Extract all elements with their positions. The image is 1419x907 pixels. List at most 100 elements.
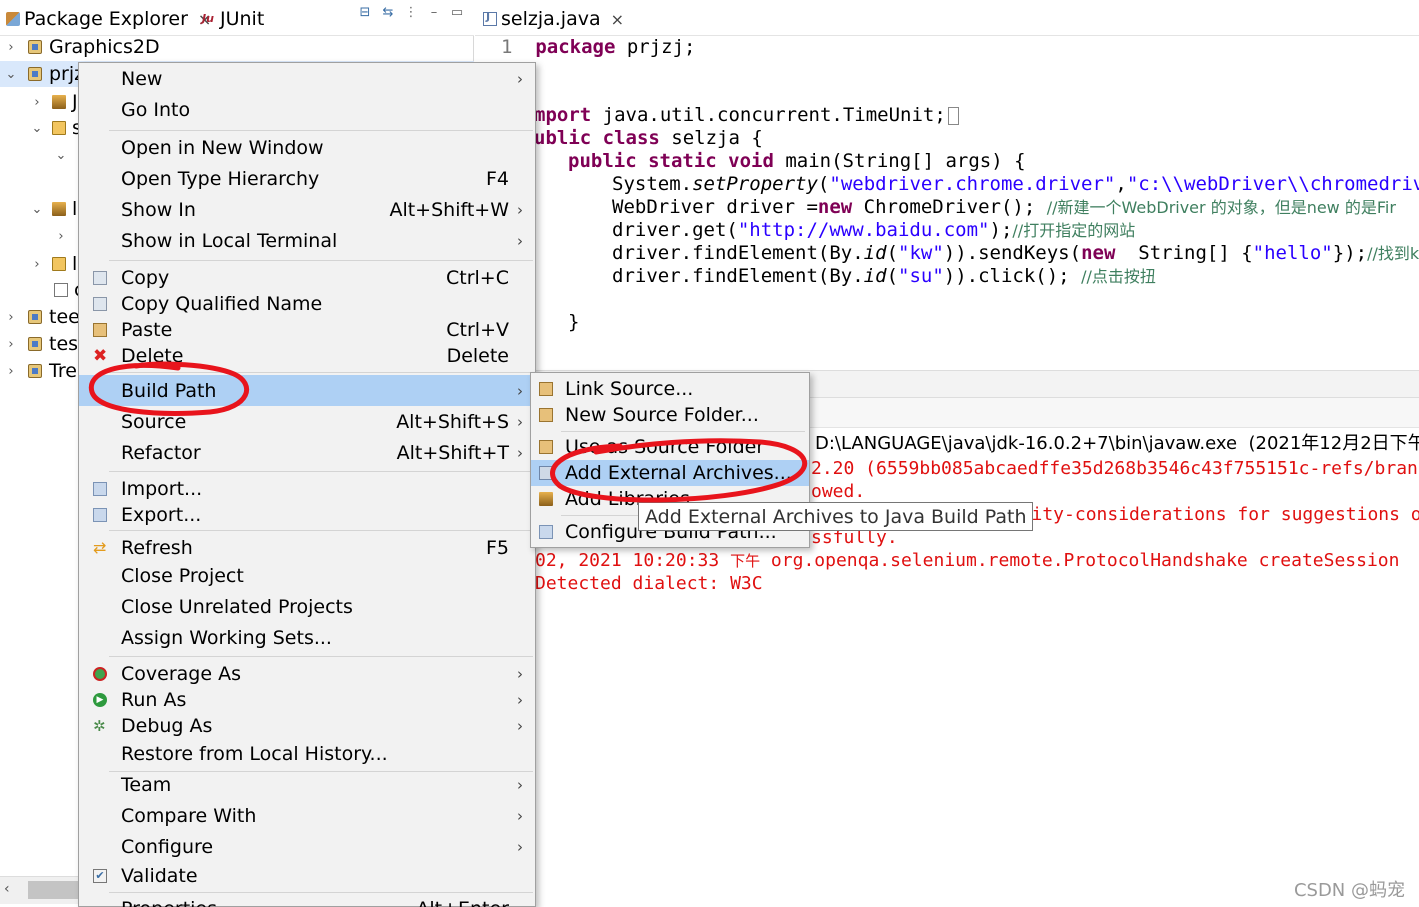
menu-item-refactor[interactable]: Refactor Alt+Shift+T › <box>79 439 535 467</box>
menu-item-compare-with[interactable]: Compare With › <box>79 802 535 830</box>
menu-accelerator: Alt+Enter <box>416 898 509 907</box>
close-icon[interactable]: × <box>611 10 624 29</box>
chevron-right-icon[interactable]: › <box>4 40 18 55</box>
menu-item-run-as[interactable]: ▶ Run As › <box>79 686 535 714</box>
chevron-right-icon[interactable]: › <box>4 310 18 325</box>
tab-package-explorer[interactable]: Package Explorer × <box>6 4 211 34</box>
project-icon <box>28 67 42 81</box>
menu-item-source[interactable]: Source Alt+Shift+S › <box>79 408 535 436</box>
menu-item-configure[interactable]: Configure › <box>79 833 535 861</box>
menu-separator <box>109 372 533 373</box>
menu-item-restore-from-local-history[interactable]: Restore from Local History... <box>79 740 535 768</box>
menu-item-import[interactable]: Import... <box>79 475 535 503</box>
minimize-icon[interactable]: – <box>427 6 441 20</box>
menu-item-export[interactable]: Export... <box>79 501 535 529</box>
chevron-right-icon[interactable]: › <box>30 257 44 272</box>
menu-item-close-project[interactable]: Close Project <box>79 562 535 590</box>
menu-item-label: Show In <box>121 199 196 221</box>
menu-item-refresh[interactable]: ⇄ Refresh F5 <box>79 534 535 562</box>
menu-item-coverage-as[interactable]: Coverage As › <box>79 660 535 688</box>
chevron-right-icon[interactable]: › <box>4 364 18 379</box>
code-line-setproperty: System.setProperty("webdriver.chrome.dri… <box>612 173 1419 196</box>
menu-item-build-path[interactable]: Build Path › <box>79 375 535 406</box>
chevron-right-icon[interactable]: › <box>30 95 44 110</box>
menu-item-label: Build Path <box>121 379 217 402</box>
keyword: package <box>535 36 616 58</box>
submenu-item-link-source[interactable]: Link Source... <box>531 376 809 402</box>
menu-separator <box>109 656 533 657</box>
code-comment: //点击按扭 <box>1081 267 1156 286</box>
project-icon <box>28 364 42 378</box>
menu-accelerator: F4 <box>485 168 509 190</box>
configure-icon <box>539 525 553 539</box>
menu-item-label: Close Project <box>121 565 244 587</box>
tab-label: selzja.java <box>501 8 601 30</box>
code-text: String[] { <box>1115 242 1253 264</box>
chevron-right-icon: › <box>517 838 523 856</box>
code-line-import: mport java.util.concurrent.TimeUnit; <box>534 104 959 127</box>
menu-item-paste[interactable]: Paste Ctrl+V <box>79 316 535 344</box>
tree-item-graphics2d[interactable]: › Graphics2D <box>0 34 474 60</box>
tab-label: JUnit <box>220 8 265 30</box>
chevron-down-icon[interactable]: ⌄ <box>4 67 18 82</box>
menu-item-open-in-new-window[interactable]: Open in New Window <box>79 134 535 162</box>
code-text: } <box>568 311 580 333</box>
menu-item-team[interactable]: Team › <box>79 771 535 799</box>
chevron-right-icon: › <box>517 691 523 709</box>
submenu-item-use-as-source-folder[interactable]: Use as Source Folder <box>531 434 809 460</box>
menu-item-show-in[interactable]: Show In Alt+Shift+W › <box>79 196 535 224</box>
chevron-down-icon[interactable]: ⌄ <box>30 202 44 217</box>
menu-separator <box>109 892 533 893</box>
chevron-down-icon[interactable]: ⌄ <box>30 121 44 136</box>
chevron-right-icon[interactable]: › <box>54 229 68 244</box>
menu-item-close-unrelated-projects[interactable]: Close Unrelated Projects <box>79 593 535 621</box>
code-comment: //新建一个WebDriver 的对象，但是new 的是Fir <box>1046 198 1396 217</box>
tab-selzja-java[interactable]: selzja.java × <box>483 4 624 34</box>
menu-item-delete[interactable]: ✖ Delete Delete <box>79 342 535 370</box>
project-label: Tre <box>49 360 77 382</box>
menu-item-label: Refactor <box>121 442 201 464</box>
menu-item-validate[interactable]: ✔ Validate <box>79 862 535 890</box>
menu-item-label: Configure <box>121 836 214 858</box>
maximize-icon[interactable]: ▭ <box>450 6 464 20</box>
collapse-all-icon[interactable]: ⊟ <box>358 6 372 20</box>
scroll-left-icon[interactable]: ‹ <box>4 881 10 897</box>
menu-item-copy-qualified-name[interactable]: Copy Qualified Name <box>79 290 535 318</box>
menu-item-open-type-hierarchy[interactable]: Open Type Hierarchy F4 <box>79 165 535 193</box>
chevron-right-icon: › <box>517 232 523 250</box>
view-menu-icon[interactable]: ⋮ <box>404 6 418 20</box>
menu-accelerator: Alt+Shift+W <box>389 199 509 221</box>
chevron-right-icon: › <box>517 807 523 825</box>
menu-item-go-into[interactable]: Go Into <box>79 96 535 124</box>
tab-junit[interactable]: Ju JUnit <box>202 4 264 34</box>
code-editor[interactable]: 1 package prjzj; mport java.util.concurr… <box>475 36 1419 370</box>
chevron-right-icon: › <box>517 444 523 462</box>
menu-item-properties[interactable]: Properties Alt+Enter <box>79 895 535 907</box>
string-literal: "webdriver.chrome.driver" <box>829 173 1116 195</box>
menu-item-debug-as[interactable]: ✲ Debug As › <box>79 712 535 740</box>
string-literal: "su" <box>898 265 944 287</box>
project-label: tes <box>49 333 79 355</box>
link-with-editor-icon[interactable]: ⇆ <box>381 6 395 20</box>
link-source-icon <box>539 382 553 396</box>
menu-item-show-in-local-terminal[interactable]: Show in Local Terminal › <box>79 227 535 255</box>
folder-icon <box>52 257 66 271</box>
menu-item-new[interactable]: New › <box>79 65 535 93</box>
menu-item-label: Refresh <box>121 537 193 559</box>
menu-accelerator: Ctrl+C <box>446 267 509 289</box>
chevron-right-icon: › <box>517 665 523 683</box>
code-text: driver.get( <box>612 219 738 241</box>
chevron-right-icon[interactable]: › <box>4 337 18 352</box>
folded-imports-marker[interactable] <box>947 106 959 125</box>
code-text: ( <box>886 242 899 264</box>
menu-item-copy[interactable]: Copy Ctrl+C <box>79 264 535 292</box>
library-icon <box>52 202 66 216</box>
menu-item-assign-working-sets[interactable]: Assign Working Sets... <box>79 624 535 652</box>
coverage-icon <box>93 667 107 681</box>
submenu-item-new-source-folder[interactable]: New Source Folder... <box>531 402 809 428</box>
tree-item-label: l <box>72 253 78 275</box>
paste-icon <box>93 323 107 337</box>
chevron-down-icon[interactable]: ⌄ <box>54 148 68 163</box>
submenu-item-add-external-archives[interactable]: Add External Archives... <box>531 460 809 486</box>
project-icon <box>28 40 42 54</box>
